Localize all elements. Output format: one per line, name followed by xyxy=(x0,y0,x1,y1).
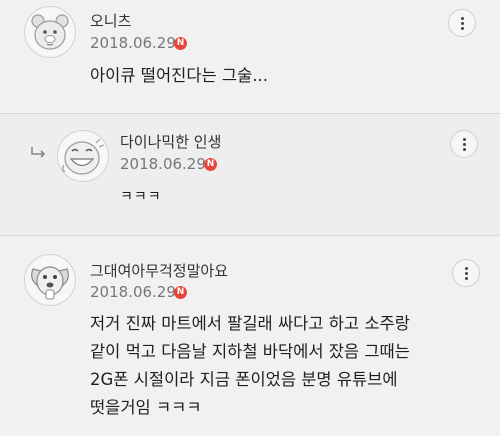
comment-date: 2018.06.29 xyxy=(90,34,176,52)
reply-arrow-icon xyxy=(31,147,46,158)
comment-author[interactable]: 다이나믹한 인생 xyxy=(120,131,221,152)
new-badge: N xyxy=(174,286,187,299)
comment-date: 2018.06.29 xyxy=(90,283,176,301)
dog-face-icon[interactable] xyxy=(24,254,76,306)
new-badge: N xyxy=(204,158,217,171)
bear-face-icon[interactable] xyxy=(24,6,76,58)
more-vertical-icon[interactable] xyxy=(448,9,476,37)
comment-text: 저거 진짜 마트에서 팔길래 싸다고 하고 소주랑 같이 먹고 다음날 지하철 … xyxy=(90,310,410,422)
comment-item: 오니츠 2018.06.29 N 아이큐 떨어진다는 그술... xyxy=(0,0,500,113)
comment-text: ㅋㅋㅋ xyxy=(120,189,162,205)
reply-comment-item: 다이나믹한 인생 2018.06.29 N ㅋㅋㅋ xyxy=(0,114,500,227)
comment-author[interactable]: 오니츠 xyxy=(90,10,131,31)
comment-text-line: 같이 먹고 다음날 지하철 바닥에서 잤음 그때는 xyxy=(90,342,410,361)
comment-text: 아이큐 떨어진다는 그술... xyxy=(90,66,269,85)
comment-date: 2018.06.29 xyxy=(120,155,206,173)
comment-author[interactable]: 그대여아무걱정말아요 xyxy=(90,260,228,281)
more-vertical-icon[interactable] xyxy=(452,259,480,287)
more-vertical-icon[interactable] xyxy=(450,130,478,158)
laughing-face-icon[interactable] xyxy=(57,130,109,182)
comment-text-line: 떳을거임 ㅋㅋㅋ xyxy=(90,398,202,417)
new-badge: N xyxy=(174,37,187,50)
comment-text-line: 2G폰 시절이라 지금 폰이었음 분명 유튜브에 xyxy=(90,370,398,389)
comment-text-line: 저거 진짜 마트에서 팔길래 싸다고 하고 소주랑 xyxy=(90,314,410,333)
comment-item: 그대여아무걱정말아요 2018.06.29 N 저거 진짜 마트에서 팔길래 싸… xyxy=(0,236,500,436)
